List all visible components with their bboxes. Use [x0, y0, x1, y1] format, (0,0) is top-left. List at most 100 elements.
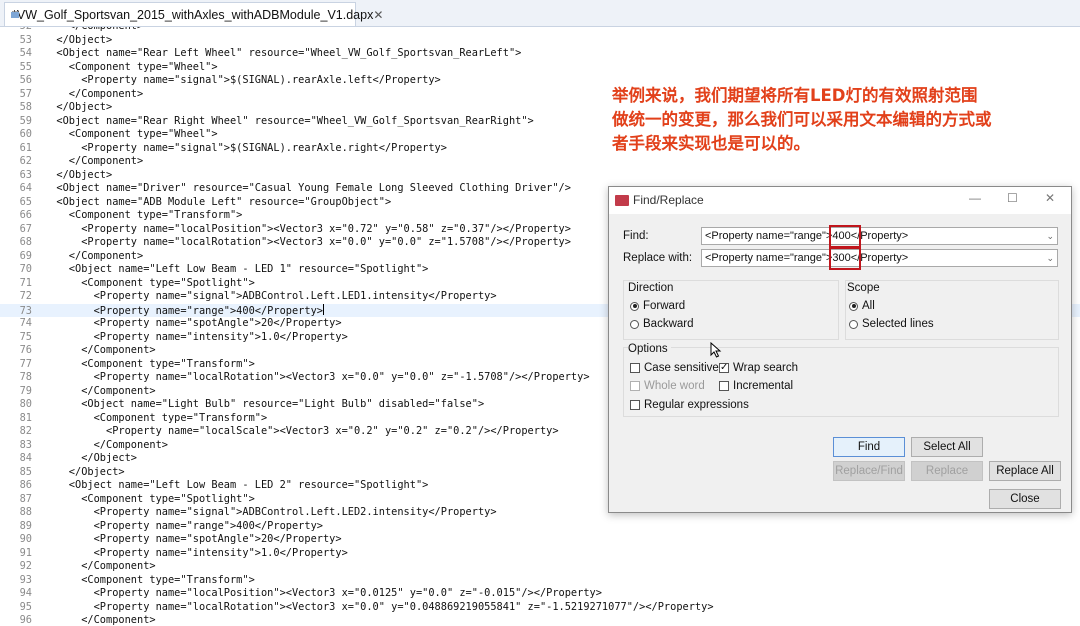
code-text: </Object> [44, 101, 113, 113]
code-text: <Property name="spotAngle">20</Property> [44, 533, 342, 545]
dialog-title: Find/Replace [633, 193, 704, 207]
select-all-button[interactable]: Select All [911, 437, 983, 457]
direction-forward-radio[interactable]: Forward [630, 300, 685, 312]
line-number: 95 [19, 600, 32, 613]
find-replace-dialog: Find/Replace — ☐ ✕ Find: <Property name=… [608, 186, 1072, 513]
replace-highlight-box [829, 247, 861, 270]
code-text: <Property name="range">400</Property> [44, 304, 323, 317]
minimize-icon[interactable]: — [969, 191, 981, 205]
line-number: 65 [19, 195, 32, 208]
code-line[interactable]: 63 </Object> [0, 169, 1080, 183]
line-number: 84 [19, 452, 32, 464]
incremental-checkbox[interactable]: Incremental [719, 380, 793, 392]
code-text: <Component type="Wheel"> [44, 128, 218, 140]
code-line[interactable]: 95 <Property name="localRotation"><Vecto… [0, 601, 1080, 615]
line-number: 86 [19, 479, 32, 491]
code-text: <Object name="ADB Module Left" resource=… [44, 195, 392, 208]
line-number: 77 [19, 357, 32, 370]
line-number: 94 [19, 587, 32, 599]
line-number: 90 [19, 533, 32, 545]
code-line[interactable]: 55 <Component type="Wheel"> [0, 61, 1080, 75]
code-line[interactable]: 53 </Object> [0, 34, 1080, 48]
code-line[interactable]: 92 </Component> [0, 560, 1080, 574]
close-button[interactable]: Close [989, 489, 1061, 509]
line-number: 66 [19, 209, 32, 221]
code-text: <Component type="Transform"> [44, 357, 255, 370]
line-number: 57 [19, 87, 32, 100]
line-number: 72 [19, 290, 32, 302]
code-line[interactable]: 96 </Component> [0, 614, 1080, 626]
find-button[interactable]: Find [833, 437, 905, 457]
line-number: 85 [19, 465, 32, 478]
text-caret [322, 303, 324, 315]
case-sensitive-checkbox[interactable]: Case sensitive [630, 362, 719, 374]
replace-value: <Property name="range">300</Property> [705, 252, 909, 264]
find-dropdown-icon[interactable]: ⌄ [1046, 228, 1054, 244]
annotation-text: 举例来说，我们期望将所有LED灯的有效照射范围做统一的变更，那么我们可以采用文本… [612, 86, 992, 153]
dialog-title-bar[interactable]: Find/Replace — ☐ ✕ [609, 187, 1071, 214]
case-sensitive-label: Case sensitive [644, 362, 719, 374]
replace-dropdown-icon[interactable]: ⌄ [1046, 250, 1054, 266]
replace-button[interactable]: Replace [911, 461, 983, 481]
scope-all-radio[interactable]: All [849, 300, 875, 312]
code-text: <Object name="Left Low Beam - LED 1" res… [44, 263, 429, 275]
checkbox-icon [630, 363, 640, 373]
line-number: 81 [19, 411, 32, 424]
editor-tab-title: *VW_Golf_Sportsvan_2015_withAxles_withAD… [12, 7, 374, 22]
backward-label: Backward [643, 318, 694, 330]
code-line[interactable]: 90 <Property name="spotAngle">20</Proper… [0, 533, 1080, 547]
code-text: <Property name="localPosition"><Vector3 … [44, 587, 602, 599]
maximize-icon[interactable]: ☐ [1007, 191, 1018, 205]
line-number: 63 [19, 168, 32, 181]
editor-tab[interactable]: *VW_Golf_Sportsvan_2015_withAxles_withAD… [4, 2, 383, 26]
whole-word-checkbox[interactable]: Whole word [630, 380, 705, 392]
radio-selected-icon [630, 301, 639, 311]
close-icon[interactable]: ✕ [1045, 191, 1055, 205]
line-number: 74 [19, 317, 32, 329]
radio-icon [849, 319, 858, 329]
code-text: <Property name="signal">ADBControl.Left.… [44, 506, 497, 518]
line-number: 79 [19, 384, 32, 397]
regex-checkbox[interactable]: Regular expressions [630, 399, 749, 411]
direction-title: Direction [628, 282, 674, 294]
scope-selected-lines-radio[interactable]: Selected lines [849, 318, 934, 330]
line-number: 91 [19, 546, 32, 559]
find-label: Find: [623, 230, 649, 242]
code-line[interactable]: 54 <Object name="Rear Left Wheel" resour… [0, 47, 1080, 61]
line-number: 70 [19, 263, 32, 275]
code-text: <Property name="signal">$(SIGNAL).rearAx… [44, 74, 441, 86]
code-line[interactable]: 91 <Property name="intensity">1.0</Prope… [0, 547, 1080, 561]
code-text: <Object name="Light Bulb" resource="Ligh… [44, 398, 485, 410]
line-number: 64 [19, 182, 32, 194]
replace-input[interactable]: <Property name="range">300</Property> ⌄ [701, 249, 1058, 267]
code-line[interactable]: 93 <Component type="Transform"> [0, 574, 1080, 588]
code-line[interactable]: 89 <Property name="range">400</Property> [0, 520, 1080, 534]
code-line[interactable]: 94 <Property name="localPosition"><Vecto… [0, 587, 1080, 601]
whole-word-label: Whole word [644, 380, 705, 392]
line-number: 87 [19, 492, 32, 505]
code-text: <Property name="localRotation"><Vector3 … [44, 371, 590, 383]
code-text: <Property name="spotAngle">20</Property> [44, 317, 342, 329]
wrap-search-checkbox[interactable]: ✓ Wrap search [719, 362, 798, 374]
direction-backward-radio[interactable]: Backward [630, 318, 694, 330]
options-title: Options [628, 343, 671, 355]
find-input[interactable]: <Property name="range">400</Property> ⌄ [701, 227, 1058, 245]
replace-find-button[interactable]: Replace/Find [833, 461, 905, 481]
code-text: </Object> [44, 452, 137, 464]
tab-close-icon[interactable]: ✕ [373, 8, 383, 22]
line-number: 59 [19, 114, 32, 127]
scope-title: Scope [847, 282, 880, 294]
radio-selected-icon [849, 301, 858, 311]
code-text: </Component> [44, 87, 144, 100]
replace-label: Replace with: [623, 252, 693, 264]
code-text: </Object> [44, 465, 125, 478]
replace-all-button[interactable]: Replace All [989, 461, 1061, 481]
line-number: 75 [19, 330, 32, 343]
code-text: </Component> [44, 27, 143, 32]
code-line[interactable]: 62 </Component> [0, 155, 1080, 169]
code-text: <Component type="Spotlight"> [44, 276, 255, 289]
code-text: <Property name="signal">ADBControl.Left.… [44, 290, 497, 302]
line-number: 83 [19, 438, 32, 451]
all-label: All [862, 300, 875, 312]
code-text: <Component type="Wheel"> [44, 60, 218, 73]
